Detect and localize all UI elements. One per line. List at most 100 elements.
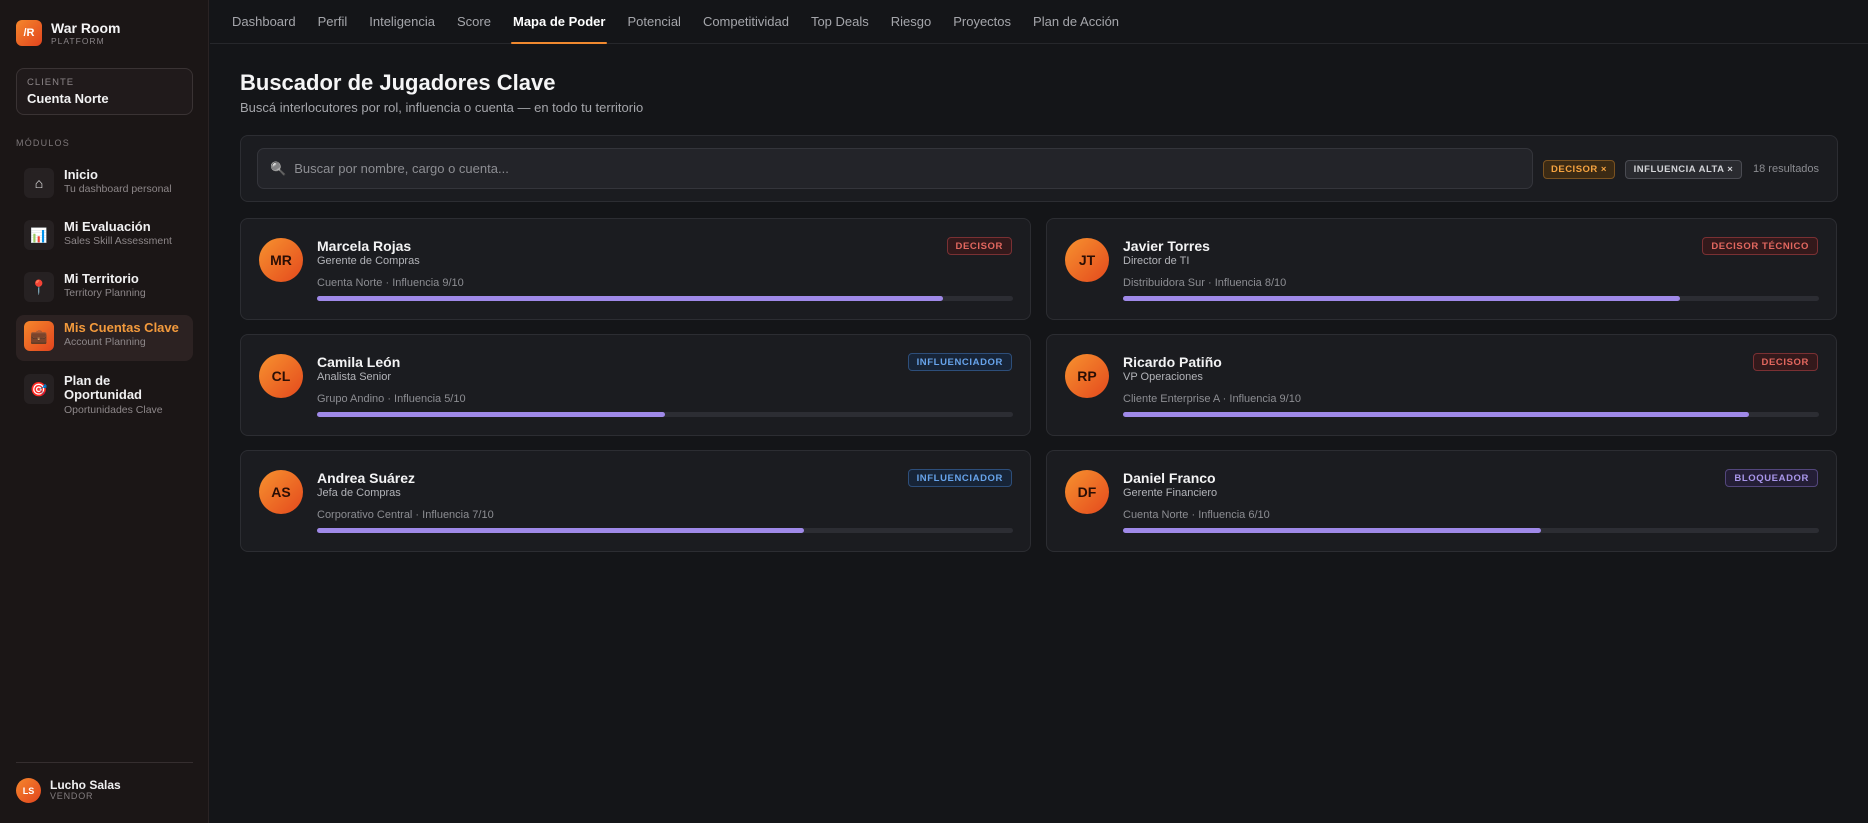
tab-dashboard[interactable]: Dashboard: [232, 0, 296, 43]
player-role: Gerente de Compras: [317, 255, 420, 267]
avatar: AS: [259, 470, 303, 514]
brand[interactable]: /R War Room PLATFORM: [16, 20, 120, 46]
results-count: 18 resultados: [1753, 163, 1820, 175]
player-name: Andrea Suárez: [317, 470, 416, 486]
home-icon: ⌂: [24, 168, 54, 198]
brand-logo: /R: [16, 20, 42, 46]
tab-top-deals[interactable]: Top Deals: [811, 0, 869, 43]
player-name: Daniel Franco: [1123, 470, 1216, 486]
player-meta: Distribuidora Sur · Influencia 8/10: [1123, 277, 1287, 289]
tab-riesgo[interactable]: Riesgo: [891, 0, 931, 43]
role-badge: DECISOR TÉCNICO: [1702, 237, 1818, 255]
influence-bar-fill: [1123, 296, 1680, 301]
role-badge: BLOQUEADOR: [1725, 469, 1818, 487]
player-card[interactable]: CL Camila León Analista Senior Grupo And…: [240, 334, 1031, 436]
tab-score[interactable]: Score: [457, 0, 491, 43]
tab-plan-de-accion[interactable]: Plan de Acción: [1033, 0, 1119, 43]
page-subtitle: Buscá interlocutores por rol, influencia…: [240, 100, 644, 115]
sidebar-item-mis-cuentas-clave[interactable]: 💼 Mis Cuentas Clave Account Planning: [16, 315, 193, 361]
client-selector[interactable]: CLIENTE Cuenta Norte: [16, 68, 193, 115]
sidebar-item-label: Mi Territorio: [64, 271, 139, 286]
avatar: MR: [259, 238, 303, 282]
avatar: JT: [1065, 238, 1109, 282]
influence-bar-fill: [317, 528, 805, 533]
sidebar-item-label: Inicio: [64, 167, 98, 182]
player-role: VP Operaciones: [1123, 371, 1203, 383]
tab-perfil[interactable]: Perfil: [318, 0, 348, 43]
role-badge: DECISOR: [1752, 353, 1818, 371]
player-meta: Cuenta Norte · Influencia 9/10: [317, 277, 464, 289]
target-icon: 🎯: [24, 374, 54, 404]
player-role: Director de TI: [1123, 255, 1190, 267]
brand-sub: PLATFORM: [51, 35, 105, 46]
influence-bar-fill: [317, 412, 665, 417]
avatar: RP: [1065, 354, 1109, 398]
player-name: Marcela Rojas: [317, 238, 412, 254]
influence-bar-fill: [1123, 528, 1541, 533]
avatar: CL: [259, 354, 303, 398]
player-card[interactable]: JT Javier Torres Director de TI Distribu…: [1046, 218, 1837, 320]
top-navigation: Dashboard Perfil Inteligencia Score Mapa…: [210, 0, 1868, 44]
player-role: Analista Senior: [317, 371, 391, 383]
search-icon: 🔍: [270, 160, 287, 176]
player-meta: Grupo Andino · Influencia 5/10: [317, 393, 466, 405]
role-badge: INFLUENCIADOR: [907, 353, 1012, 371]
search-panel: 🔍 DECISOR × INFLUENCIA ALTA × 18 resulta…: [240, 135, 1838, 202]
influence-bar: [1123, 296, 1819, 301]
briefcase-icon: 💼: [24, 321, 54, 351]
sidebar-item-label: Mis Cuentas Clave: [64, 320, 179, 335]
sidebar-item-mi-territorio[interactable]: 📍 Mi Territorio Territory Planning: [16, 266, 193, 312]
player-name: Ricardo Patiño: [1123, 354, 1222, 370]
filter-chip-influencia-alta[interactable]: INFLUENCIA ALTA ×: [1625, 160, 1742, 179]
sidebar-item-mi-evaluacion[interactable]: 📊 Mi Evaluación Sales Skill Assessment: [16, 214, 193, 260]
role-badge: DECISOR: [946, 237, 1012, 255]
player-name: Javier Torres: [1123, 238, 1210, 254]
player-card[interactable]: RP Ricardo Patiño VP Operaciones Cliente…: [1046, 334, 1837, 436]
tab-proyectos[interactable]: Proyectos: [953, 0, 1011, 43]
tab-potencial[interactable]: Potencial: [627, 0, 680, 43]
player-role: Gerente Financiero: [1123, 487, 1218, 499]
client-label: CLIENTE: [27, 77, 75, 88]
brand-name: War Room: [51, 19, 121, 36]
player-card[interactable]: AS Andrea Suárez Jefa de Compras Corpora…: [240, 450, 1031, 552]
sidebar-item-sub: Oportunidades Clave: [64, 403, 163, 416]
influence-bar-fill: [1123, 412, 1750, 417]
sidebar-item-sub: Account Planning: [64, 336, 146, 349]
tab-competitividad[interactable]: Competitividad: [703, 0, 789, 43]
map-pin-icon: 📍: [24, 272, 54, 302]
search-field[interactable]: 🔍: [257, 148, 1533, 189]
player-name: Camila León: [317, 354, 401, 370]
player-meta: Cuenta Norte · Influencia 6/10: [1123, 509, 1270, 521]
player-card[interactable]: MR Marcela Rojas Gerente de Compras Cuen…: [240, 218, 1031, 320]
player-meta: Corporativo Central · Influencia 7/10: [317, 509, 494, 521]
sidebar-item-sub: Territory Planning: [64, 287, 146, 300]
client-name: Cuenta Norte: [27, 91, 109, 106]
tab-mapa-de-poder[interactable]: Mapa de Poder: [510, 0, 608, 44]
influence-bar: [317, 296, 1013, 301]
influence-bar: [1123, 528, 1819, 533]
influence-bar-fill: [317, 296, 944, 301]
sidebar-item-plan-de-oportunidad[interactable]: 🎯 Plan de Oportunidad Oportunidades Clav…: [16, 368, 193, 426]
avatar: LS: [16, 778, 41, 803]
sidebar-item-sub: Tu dashboard personal: [64, 183, 172, 196]
influence-bar: [317, 528, 1013, 533]
sidebar: /R War Room PLATFORM CLIENTE Cuenta Nort…: [0, 0, 209, 823]
user-role: VENDOR: [50, 791, 94, 802]
influence-bar: [1123, 412, 1819, 417]
avatar: DF: [1065, 470, 1109, 514]
sidebar-item-sub: Sales Skill Assessment: [64, 235, 172, 248]
role-badge: INFLUENCIADOR: [907, 469, 1012, 487]
player-meta: Cliente Enterprise A · Influencia 9/10: [1123, 393, 1301, 405]
tab-inteligencia[interactable]: Inteligencia: [369, 0, 435, 43]
filter-chip-decisor[interactable]: DECISOR ×: [1543, 160, 1615, 179]
sidebar-item-label: Plan de Oportunidad: [64, 373, 142, 403]
modules-section-title: MÓDULOS: [16, 138, 70, 148]
user-profile[interactable]: LS Lucho Salas VENDOR: [16, 778, 121, 803]
sidebar-item-label: Mi Evaluación: [64, 219, 151, 234]
sidebar-item-inicio[interactable]: ⌂ Inicio Tu dashboard personal: [16, 162, 193, 208]
search-input[interactable]: [294, 161, 1495, 176]
sidebar-divider: [16, 762, 193, 763]
influence-bar: [317, 412, 1013, 417]
player-card[interactable]: DF Daniel Franco Gerente Financiero Cuen…: [1046, 450, 1837, 552]
player-role: Jefa de Compras: [317, 487, 401, 499]
